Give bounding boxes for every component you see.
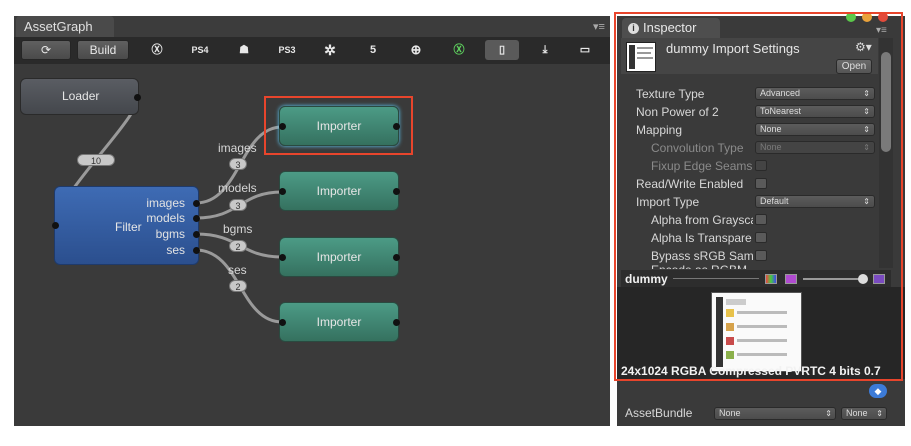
dropdown-arrow-icon: ⇕ (825, 409, 832, 418)
importer-node-label: Importer (316, 250, 362, 264)
importer-input-port[interactable] (279, 319, 286, 326)
filter-output-ses-label: ses (166, 243, 185, 257)
loader-node-label: Loader (62, 89, 100, 103)
connection-label-ses: ses (228, 263, 247, 277)
connection-count-ses: 2 (229, 280, 247, 292)
importer-output-port[interactable] (393, 254, 400, 261)
importer-output-port[interactable] (393, 188, 400, 195)
loader-count-badge: 10 (77, 154, 115, 166)
asset-bundle-label: AssetBundle (625, 406, 693, 420)
importer-input-port[interactable] (279, 188, 286, 195)
filter-input-port[interactable] (52, 222, 59, 229)
importer-node-bgms[interactable]: Importer (279, 237, 399, 277)
importer-node-label: Importer (316, 315, 362, 329)
filter-output-models-label: models (146, 211, 185, 225)
dropdown-arrow-icon: ⇕ (876, 409, 883, 418)
filter-output-port-images[interactable] (193, 200, 200, 207)
connection-label-bgms: bgms (223, 222, 253, 236)
loader-output-port[interactable] (134, 94, 141, 101)
connection-count-bgms: 2 (229, 240, 247, 252)
filter-output-port-ses[interactable] (193, 247, 200, 254)
importer-output-port[interactable] (393, 319, 400, 326)
importer-node-models[interactable]: Importer (279, 171, 399, 211)
importer-input-port[interactable] (279, 254, 286, 261)
tag-icon[interactable]: ◆ (869, 384, 887, 398)
filter-output-images-label: images (146, 196, 185, 210)
asset-bundle-variant-dropdown[interactable]: None ⇕ (841, 407, 887, 420)
connection-count-models: 3 (229, 199, 247, 211)
connection-label-models: models (218, 181, 257, 195)
filter-output-port-models[interactable] (193, 215, 200, 222)
importer-node-label: Importer (316, 184, 362, 198)
connection-count-images: 3 (229, 158, 247, 170)
filter-output-port-bgms[interactable] (193, 231, 200, 238)
importer-node-ses[interactable]: Importer (279, 302, 399, 342)
inspector-highlight (614, 12, 903, 381)
filter-output-bgms-label: bgms (155, 227, 185, 241)
asset-bundle-name-dropdown[interactable]: None ⇕ (714, 407, 836, 420)
selected-node-highlight (264, 96, 413, 155)
loader-node[interactable]: Loader (20, 78, 139, 115)
connection-label-images: images (218, 141, 257, 155)
